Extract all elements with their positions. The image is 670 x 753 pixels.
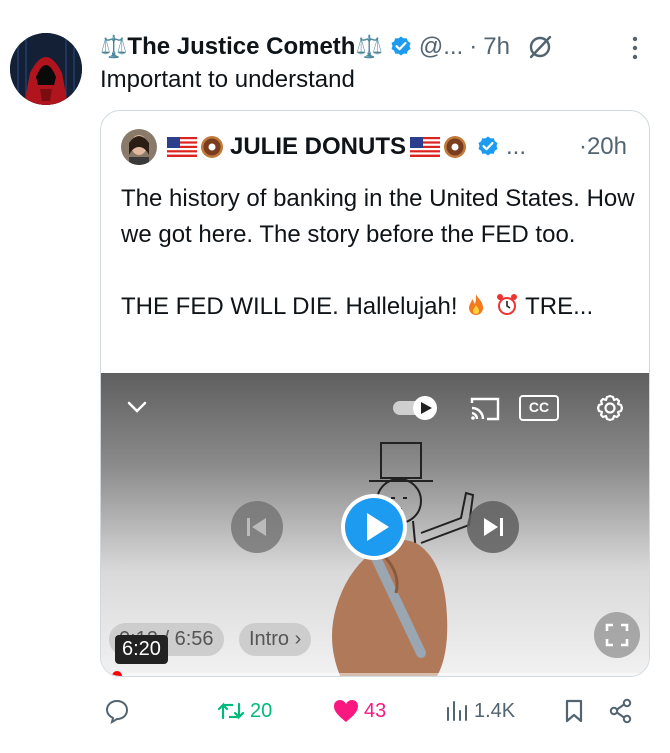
retweet-count: 20 (250, 699, 273, 722)
collapse-chevron-icon[interactable] (125, 397, 149, 417)
us-flag-emoji (167, 137, 197, 157)
grok-icon[interactable] (526, 33, 554, 61)
bookmark-icon (565, 699, 583, 723)
scale-emoji: ⚖️ (355, 34, 383, 59)
video-total-time: 6:56 (174, 628, 214, 650)
fire-emoji (469, 294, 484, 315)
author-avatar[interactable] (10, 33, 82, 105)
chapter-button[interactable]: Intro › (239, 623, 312, 656)
like-button[interactable]: 43 (332, 695, 386, 727)
quoted-handle-ellipsis[interactable]: ... (506, 133, 526, 161)
quoted-tweet-card[interactable]: JULIE DONUTS ... ·20h The history of ban… (100, 110, 650, 677)
reply-button[interactable] (104, 695, 134, 727)
fullscreen-icon[interactable] (593, 611, 641, 659)
tweet-header: ⚖️ The Justice Cometh ⚖️ @... · 7h (100, 30, 554, 64)
quoted-tweet-text: The history of banking in the United Sta… (121, 181, 636, 325)
views-count: 1.4K (474, 699, 516, 722)
tweet-action-bar: 20 43 1.4K (100, 695, 650, 727)
author-name[interactable]: The Justice Cometh (127, 33, 355, 61)
quoted-paragraph-2-text: THE FED WILL DIE. Hallelujah! (121, 293, 458, 320)
next-video-icon[interactable] (467, 501, 519, 553)
retweet-button[interactable]: 20 (216, 695, 272, 727)
quoted-paragraph-2-tail: TRE... (525, 293, 594, 320)
views-button[interactable]: 1.4K (444, 695, 515, 727)
cast-icon[interactable] (469, 395, 501, 423)
play-button-icon[interactable] (339, 492, 409, 562)
more-options-icon[interactable] (624, 34, 646, 62)
share-icon (609, 698, 632, 724)
separator-dot: · (469, 33, 478, 60)
quoted-paragraph-1: The history of banking in the United Sta… (121, 185, 635, 248)
quoted-author-avatar[interactable] (121, 129, 157, 165)
quoted-paragraph-2: THE FED WILL DIE. Hallelujah! TRE... (121, 289, 636, 325)
duration-badge: 6:20 (115, 635, 168, 664)
tweet-text: Important to understand (100, 66, 355, 93)
views-chart-icon (447, 701, 467, 721)
video-player[interactable]: CC 0:12 / 6:56 Intro › 6:20 (101, 373, 649, 676)
scale-emoji: ⚖️ (100, 34, 128, 59)
reply-icon (105, 699, 129, 724)
author-handle[interactable]: @... (419, 33, 463, 61)
retweet-icon (217, 702, 245, 720)
quoted-tweet-header: JULIE DONUTS ... (121, 129, 526, 165)
heart-icon (334, 700, 358, 722)
alarm-clock-emoji (496, 294, 517, 315)
bookmark-button[interactable] (562, 695, 590, 727)
us-flag-emoji (410, 137, 441, 157)
like-count: 43 (364, 699, 387, 722)
progress-scrubber[interactable] (112, 671, 122, 676)
verified-badge-icon (478, 136, 498, 156)
autoplay-toggle[interactable] (391, 393, 441, 423)
verified-badge-icon (391, 36, 411, 56)
donut-emoji (201, 136, 223, 158)
quoted-author-name[interactable]: JULIE DONUTS (230, 133, 406, 161)
quoted-tweet-time[interactable]: ·20h (579, 133, 627, 161)
video-progress-bar[interactable] (101, 671, 649, 676)
previous-video-icon[interactable] (231, 501, 283, 553)
share-button[interactable] (608, 695, 638, 727)
tweet-time[interactable]: 7h (483, 33, 510, 61)
donut-emoji (444, 136, 467, 158)
settings-gear-icon[interactable] (595, 393, 625, 423)
captions-button[interactable]: CC (519, 395, 559, 421)
